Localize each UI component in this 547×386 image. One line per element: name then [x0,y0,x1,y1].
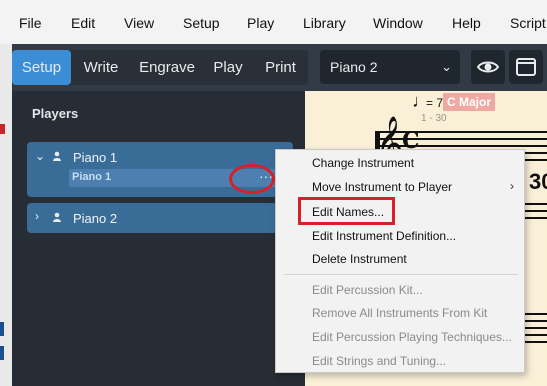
bar-range-label: 1 - 30 [421,113,447,124]
mode-print-tab[interactable]: Print [253,50,308,85]
menu-help[interactable]: Help [452,15,481,31]
person-icon [53,151,61,161]
eye-button[interactable] [471,50,505,84]
person-icon [53,212,61,222]
menu-change-instrument[interactable]: Change Instrument [312,156,414,170]
menu-window[interactable]: Window [373,15,423,31]
menu-setup[interactable]: Setup [183,15,220,31]
window-button[interactable] [509,50,543,84]
menu-library[interactable]: Library [303,15,346,31]
background-marker [0,322,4,336]
instrument-name: Piano 1 [72,171,112,183]
chevron-right-icon[interactable]: › [35,209,39,223]
toolbar: Setup Write Engrave Play Print Piano 2 ⌄ [12,44,547,91]
menu-script[interactable]: Script [510,15,546,31]
chevron-down-icon[interactable]: ⌄ [35,149,45,163]
menu-edit-percussion-playing-techniques: Edit Percussion Playing Techniques... [312,330,512,344]
menu-file[interactable]: File [19,15,42,31]
staff-line [375,138,547,140]
menu-delete-instrument[interactable]: Delete Instrument [312,252,407,266]
menu-edit-instrument-definition[interactable]: Edit Instrument Definition... [312,229,456,243]
menu-move-instrument-to-player[interactable]: Move Instrument to Player [312,180,452,194]
menu-view[interactable]: View [124,15,154,31]
players-panel: Players ⌄ Piano 1 Piano 1 ··· › Piano 2 [12,91,305,386]
background-marker [0,124,5,134]
layout-select-value: Piano 2 [330,59,378,75]
mode-write-tab[interactable]: Write [71,50,131,85]
chevron-right-icon: › [510,179,514,193]
annotation-rectangle [298,197,395,225]
background-marker [0,346,4,360]
mode-setup-tab[interactable]: Setup [12,50,71,85]
window-icon [516,58,536,76]
menu-edit[interactable]: Edit [71,15,95,31]
menu-separator [284,274,518,275]
annotation-ellipse [229,164,275,194]
layout-select[interactable]: Piano 2 ⌄ [320,50,460,84]
staff-line [375,145,547,147]
background-window-edge [0,44,12,386]
menu-edit-strings-and-tuning: Edit Strings and Tuning... [312,354,447,368]
mode-play-tab[interactable]: Play [203,50,253,85]
menubar: File Edit View Setup Play Library Window… [0,0,547,44]
player-name: Piano 2 [73,211,118,226]
menu-edit-percussion-kit: Edit Percussion Kit... [312,283,423,297]
mode-switcher: Setup Write Engrave Play Print [12,50,308,85]
eye-icon [476,61,500,73]
chevron-down-icon: ⌄ [441,59,452,74]
mode-engrave-tab[interactable]: Engrave [131,50,203,85]
staff-line [375,131,547,133]
context-menu: Change Instrument Move Instrument to Pla… [275,149,525,373]
player-name: Piano 1 [73,150,118,165]
menu-play[interactable]: Play [247,15,274,31]
key-signature-badge[interactable]: C Major [443,93,495,111]
menu-remove-all-instruments-from-kit: Remove All Instruments From Kit [312,306,488,320]
players-title: Players [32,106,79,121]
bar-number: 30 [529,169,547,194]
player-card-piano-2[interactable]: › Piano 2 [27,203,293,233]
